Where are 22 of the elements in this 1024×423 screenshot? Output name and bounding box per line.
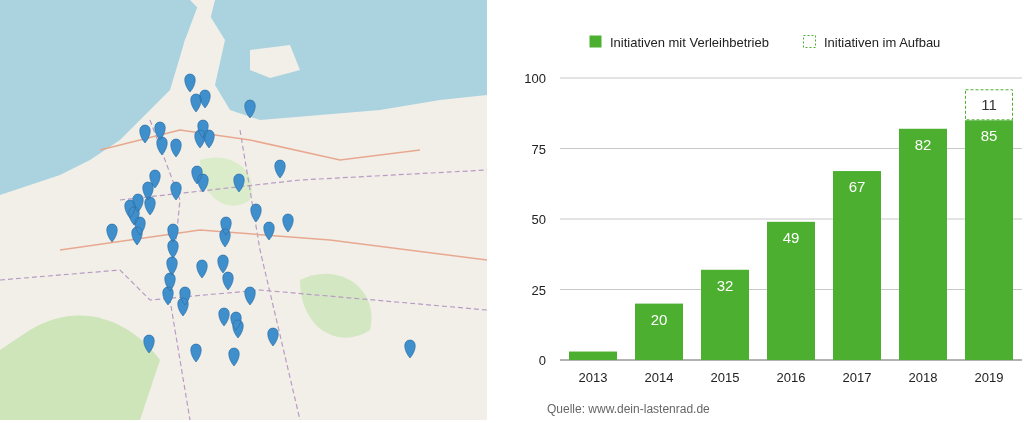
legend-label: Initiativen mit Verleihbetrieb: [610, 35, 769, 50]
bar-value-label: 85: [980, 127, 998, 145]
bar-value-label: 67: [848, 178, 866, 196]
axis-label: 0: [538, 353, 546, 368]
axis-label: 2014: [644, 370, 674, 385]
axis-label: 2016: [776, 370, 806, 385]
bar-value-label: 11: [981, 96, 997, 114]
bar-value-label: 82: [914, 135, 932, 153]
bar-value-label: 20: [650, 310, 668, 328]
axis-label: 2019: [974, 370, 1004, 385]
source-text: Quelle: www.dein-lastenrad.de: [547, 402, 710, 416]
axis-label: 2018: [908, 370, 938, 385]
bar-value-label: 32: [716, 276, 734, 294]
axis-label: 75: [531, 141, 546, 157]
axis-label: 2017: [842, 370, 872, 385]
axis-label: 25: [531, 282, 546, 298]
axis-label: 2015: [710, 370, 740, 385]
axis-label: 2013: [578, 370, 608, 385]
axis-label: 100: [524, 71, 546, 86]
legend-label: Initiativen im Aufbau: [824, 35, 941, 50]
bar-value-label: 49: [782, 228, 800, 246]
axis-label: 50: [531, 212, 546, 227]
